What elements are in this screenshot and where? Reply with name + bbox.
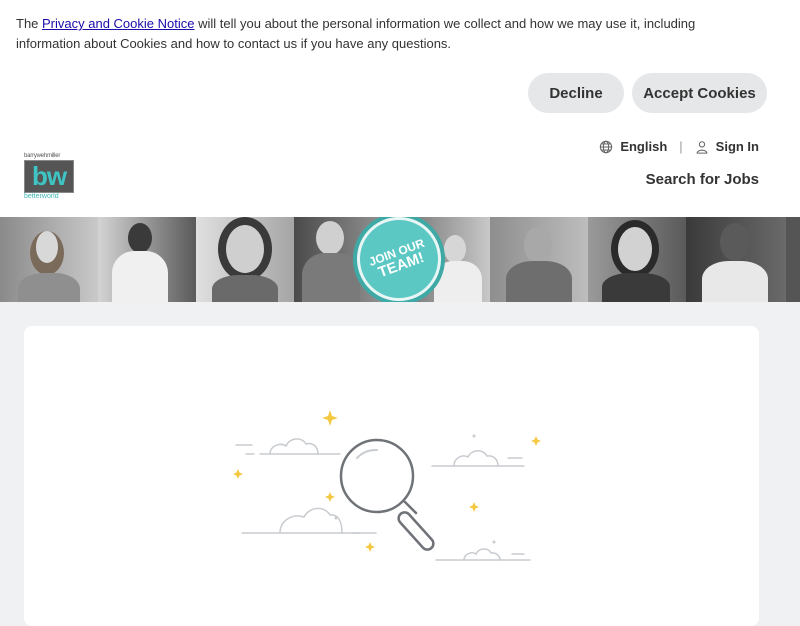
nav-separator: | — [679, 139, 683, 154]
logo-mark: bw — [24, 160, 74, 193]
user-icon — [696, 140, 707, 154]
logo-bottom-text: betterworld — [24, 193, 59, 200]
privacy-notice-link[interactable]: Privacy and Cookie Notice — [42, 16, 194, 31]
sign-in-link[interactable]: Sign In — [716, 139, 759, 154]
site-header: barrywehmiller bw betterworld English | … — [0, 128, 800, 217]
cookie-text-before: The — [16, 16, 43, 31]
logo-mark-text: bw — [31, 161, 67, 191]
team-photo-banner: JOIN OUR TEAM! — [0, 217, 800, 302]
team-photo — [0, 217, 98, 302]
search-results-card — [24, 326, 759, 626]
team-photo — [196, 217, 294, 302]
globe-icon — [600, 140, 613, 153]
utility-nav: English | Sign In — [599, 139, 759, 154]
company-logo[interactable]: barrywehmiller bw betterworld — [24, 153, 76, 200]
logo-top-text: barrywehmiller — [24, 153, 61, 159]
magnifier-illustration — [233, 410, 541, 561]
cookie-text: The Privacy and Cookie Notice will tell … — [16, 14, 756, 54]
team-photo — [686, 217, 786, 302]
team-photo — [588, 217, 686, 302]
team-photo — [490, 217, 588, 302]
language-selector[interactable]: English — [620, 139, 667, 154]
cookie-banner: The Privacy and Cookie Notice will tell … — [0, 0, 800, 128]
team-photo — [98, 217, 196, 302]
accept-cookies-button[interactable]: Accept Cookies — [632, 73, 767, 113]
search-for-jobs-link[interactable]: Search for Jobs — [646, 171, 759, 188]
decline-button[interactable]: Decline — [528, 73, 624, 113]
